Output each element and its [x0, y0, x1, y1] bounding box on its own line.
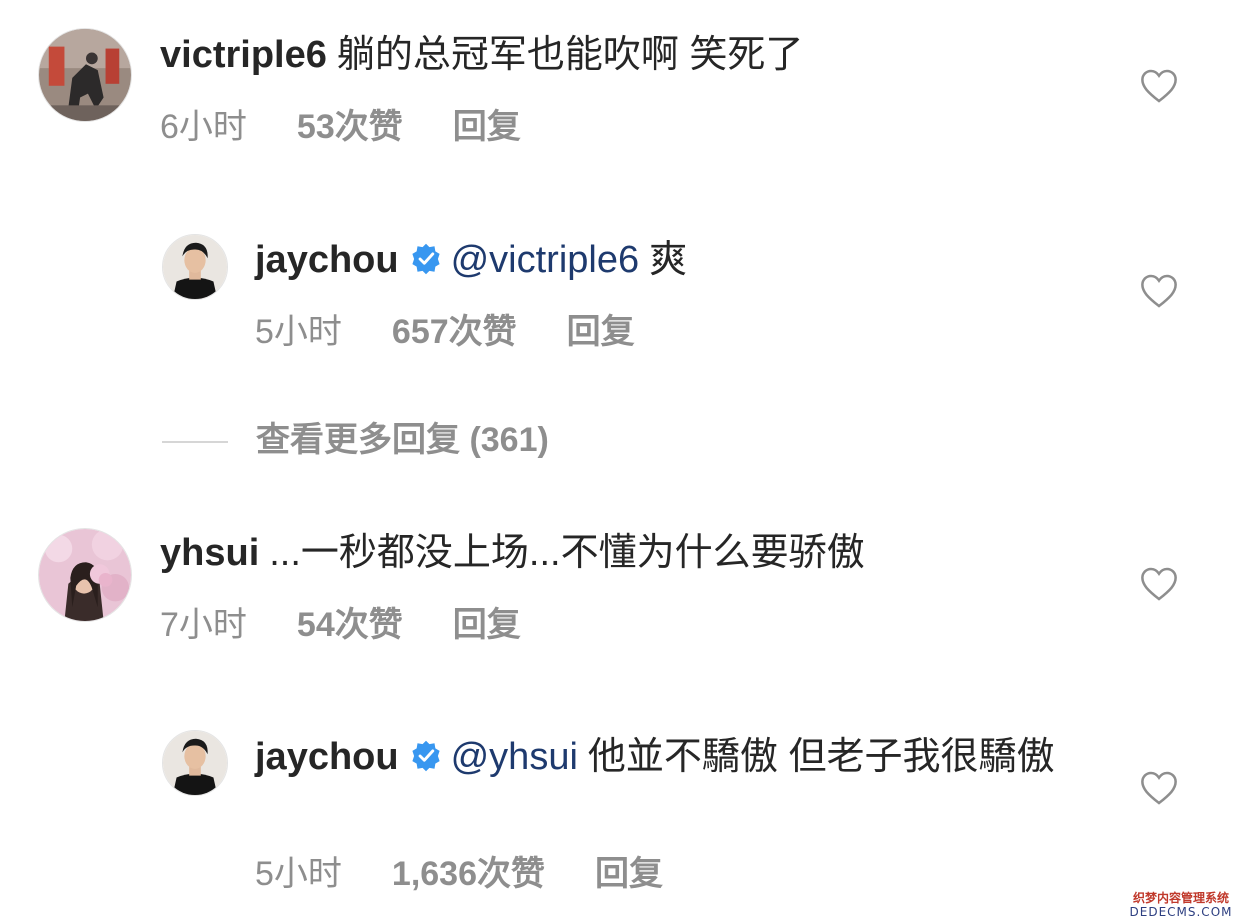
- comment-yhsui: yhsui ...一秒都没上场...不懂为什么要骄傲 7小时 54次赞 回复: [0, 500, 1242, 700]
- comment-meta: 7小时 54次赞 回复: [160, 605, 521, 645]
- comment-meta: 5小时 1,636次赞 回复: [255, 854, 663, 894]
- comment-body: jaychou @yhsui 他並不驕傲 但老子我很驕傲: [255, 734, 1075, 780]
- avatar[interactable]: [162, 234, 228, 300]
- comment-time: 5小时: [255, 313, 342, 351]
- reply-jaychou-1: jaychou @victriple6 爽 5小时 657次赞 回复: [0, 200, 1242, 400]
- comment-meta: 5小时 657次赞 回复: [255, 312, 635, 352]
- avatar[interactable]: [38, 528, 132, 622]
- watermark: 织梦内容管理系统 DEDECMS.COM: [1126, 891, 1236, 919]
- reply-button[interactable]: 回复: [595, 854, 663, 894]
- view-more-replies-label: 查看更多回复 (361): [256, 421, 549, 459]
- reply-button[interactable]: 回复: [453, 107, 521, 147]
- comment-time: 5小时: [255, 855, 342, 893]
- reply-button[interactable]: 回复: [453, 605, 521, 645]
- verified-badge-icon: [412, 740, 440, 772]
- avatar[interactable]: [38, 28, 132, 122]
- heart-icon[interactable]: [1140, 770, 1178, 806]
- likes-count[interactable]: 1,636次赞: [392, 854, 545, 894]
- watermark-line1: 织梦内容管理系统: [1132, 891, 1229, 905]
- mention-link[interactable]: @victriple6: [451, 239, 640, 281]
- heart-icon[interactable]: [1140, 566, 1178, 602]
- comment-time: 7小时: [160, 606, 247, 644]
- heart-icon[interactable]: [1140, 68, 1178, 104]
- comment-time: 6小时: [160, 108, 247, 146]
- comment-meta: 6小时 53次赞 回复: [160, 107, 521, 147]
- comment-body: victriple6 躺的总冠军也能吹啊 笑死了: [160, 33, 803, 77]
- watermark-line2: DEDECMS.COM: [1129, 905, 1233, 919]
- comment-username[interactable]: yhsui: [160, 532, 259, 574]
- comment-text: 爽: [649, 239, 688, 281]
- likes-count[interactable]: 53次赞: [297, 107, 403, 147]
- view-more-replies-button[interactable]: 查看更多回复 (361): [162, 418, 549, 462]
- comment-text: 他並不驕傲 但老子我很驕傲: [587, 736, 1055, 778]
- heart-icon[interactable]: [1140, 273, 1178, 309]
- comment-text: 躺的总冠军也能吹啊 笑死了: [336, 34, 804, 76]
- likes-count[interactable]: 657次赞: [392, 312, 517, 352]
- likes-count[interactable]: 54次赞: [297, 605, 403, 645]
- comment-body: jaychou @victriple6 爽: [255, 238, 687, 282]
- comment-username[interactable]: victriple6: [160, 34, 327, 76]
- reply-jaychou-2: jaychou @yhsui 他並不驕傲 但老子我很驕傲 5小时 1,636次赞 回复: [0, 700, 1242, 923]
- comment-username[interactable]: jaychou: [255, 239, 399, 281]
- verified-badge-icon: [412, 243, 440, 275]
- comment-body: yhsui ...一秒都没上场...不懂为什么要骄傲: [160, 531, 865, 575]
- comment-username[interactable]: jaychou: [255, 736, 399, 778]
- avatar[interactable]: [162, 730, 228, 796]
- comment-text: ...一秒都没上场...不懂为什么要骄傲: [269, 532, 865, 574]
- divider-line: [162, 441, 228, 444]
- mention-link[interactable]: @yhsui: [451, 736, 578, 778]
- reply-button[interactable]: 回复: [567, 312, 635, 352]
- comment-victriple6: victriple6 躺的总冠军也能吹啊 笑死了 6小时 53次赞 回复: [0, 0, 1242, 200]
